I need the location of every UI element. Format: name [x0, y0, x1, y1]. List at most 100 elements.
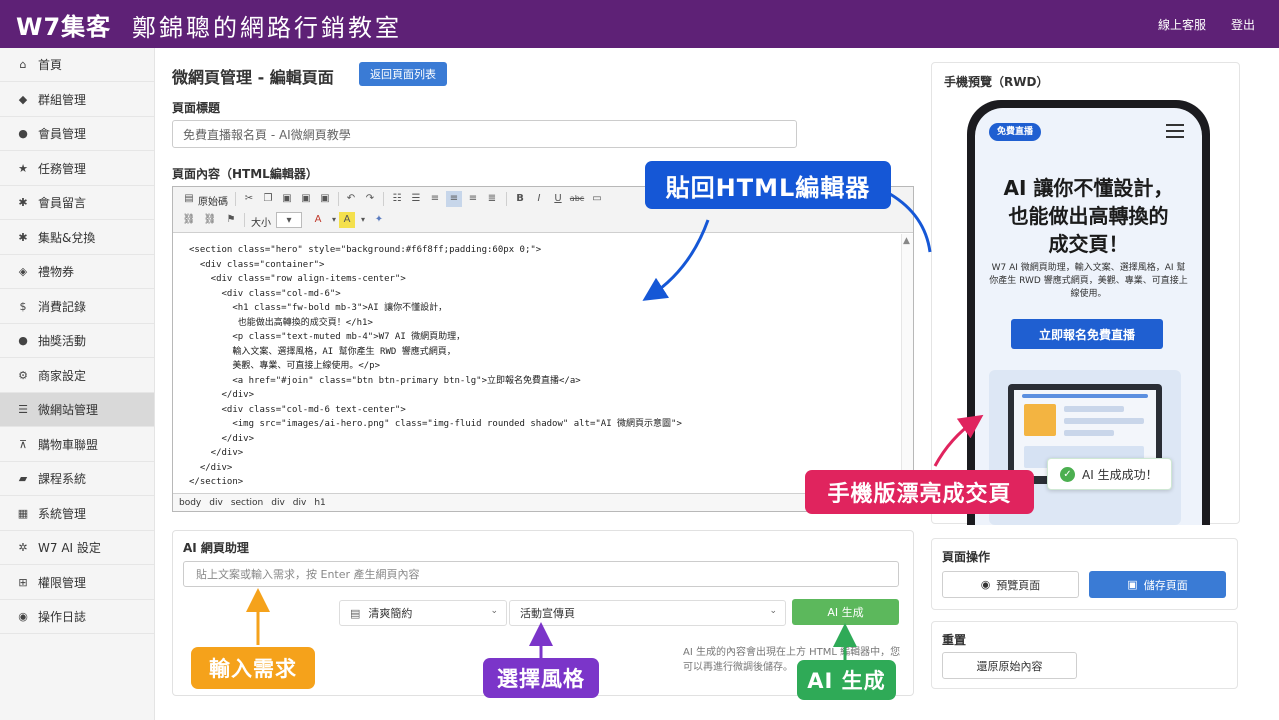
sidebar-item-purchases[interactable]: $ 消費記錄 [0, 290, 154, 324]
hero-headline-line: 也能做出高轉換的 [1008, 204, 1169, 228]
callout-paste-html: 貼回HTML編輯器 [645, 161, 891, 209]
brand-logo[interactable]: W7集客 [16, 7, 111, 42]
sidebar-item-gift-vouchers[interactable]: ◈ 禮物券 [0, 255, 154, 289]
sidebar-item-label: 首頁 [38, 58, 63, 72]
redo-icon[interactable]: ↷ [362, 191, 378, 207]
html-editor[interactable]: ▤ 原始碼 ✂ ❐ ▣ ▣ ▣ ↶ ↷ ☷ ☰ ≡ ≡ ≡ ≣ B I U ab… [172, 186, 914, 512]
sidebar-item-cart-alliance[interactable]: ⊼ 購物車聯盟 [0, 428, 154, 462]
book-icon: ▰ [18, 472, 28, 485]
sidebar-item-label: 商家設定 [38, 369, 87, 383]
eye-icon: ◉ [980, 578, 991, 591]
list-icon: ☰ [18, 403, 28, 416]
reset-card: 重置 還原原始內容 [931, 621, 1238, 689]
sidebar-item-messages[interactable]: ✱ 會員留言 [0, 186, 154, 220]
path-segment[interactable]: div [293, 498, 307, 508]
element-path-bar: body div section div div h1 [173, 493, 913, 511]
user-icon: ● [18, 127, 28, 140]
sidebar-item-logs[interactable]: ◉ 操作日誌 [0, 600, 154, 634]
maximize-icon[interactable]: ✦ [371, 212, 387, 228]
copy-icon[interactable]: ❐ [260, 191, 276, 207]
strikethrough-icon[interactable]: abc [569, 191, 585, 207]
paste-icon[interactable]: ▣ [279, 191, 295, 207]
cut-icon[interactable]: ✂ [241, 191, 257, 207]
text-color-icon[interactable]: A [310, 212, 326, 228]
sidebar-item-label: 系統管理 [38, 507, 87, 521]
cart-icon: ⊼ [18, 438, 28, 451]
sidebar-item-home[interactable]: ⌂ 首頁 [0, 48, 154, 82]
anchor-flag-icon[interactable]: ⚑ [223, 212, 239, 228]
reset-title: 重置 [942, 633, 967, 647]
ai-generate-button[interactable]: AI 生成 [792, 599, 899, 625]
sidebar-item-label: 操作日誌 [38, 610, 87, 624]
path-segment[interactable]: div [271, 498, 285, 508]
callout-mobile-page: 手機版漂亮成交頁 [805, 470, 1034, 514]
numbered-list-icon[interactable]: ☷ [389, 191, 405, 207]
align-right-icon[interactable]: ≡ [465, 191, 481, 207]
page-title-input[interactable]: 免費直播報名頁 - AI微網頁教學 [172, 120, 797, 148]
sidebar-item-label: 購物車聯盟 [38, 438, 99, 452]
path-segment[interactable]: div [209, 498, 223, 508]
code-editor-content[interactable]: <section class="hero" style="background:… [173, 234, 901, 492]
source-button[interactable]: 原始碼 [198, 193, 228, 208]
link-icon[interactable]: ⛓ [181, 212, 197, 228]
page-title: 微網頁管理 - 編輯頁面 [172, 68, 334, 87]
sidebar-item-groups[interactable]: ◆ 群組管理 [0, 83, 154, 117]
preview-page-button[interactable]: ◉ 預覽頁面 [942, 571, 1079, 598]
sidebar-item-lottery[interactable]: ● 抽獎活動 [0, 324, 154, 358]
restore-original-button[interactable]: 還原原始內容 [942, 652, 1077, 679]
page-type-select[interactable]: 活動宣傳頁 ⌄ [509, 600, 786, 626]
align-center-icon[interactable]: ≡ [446, 191, 462, 207]
align-left-icon[interactable]: ≡ [427, 191, 443, 207]
sidebar-item-label: 會員管理 [38, 127, 87, 141]
paste-text-icon[interactable]: ▣ [298, 191, 314, 207]
logout-link[interactable]: 登出 [1231, 16, 1255, 33]
ai-assistant-title: AI 網頁助理 [183, 541, 249, 555]
editor-scrollbar[interactable]: ▲ [901, 234, 913, 492]
path-segment[interactable]: section [231, 498, 263, 508]
save-page-button[interactable]: ▣ 儲存頁面 [1089, 571, 1226, 598]
sidebar-item-ai-settings[interactable]: ✲ W7 AI 設定 [0, 531, 154, 565]
page-operations-card: 頁面操作 ◉ 預覽頁面 ▣ 儲存頁面 [931, 538, 1238, 610]
toast-text: AI 生成成功！ [1082, 467, 1158, 482]
hero-headline: AI 讓你不懂設計， 也能做出高轉換的 成交頁！ [975, 174, 1202, 258]
sidebar-item-members[interactable]: ● 會員管理 [0, 117, 154, 151]
chevron-down-icon: ⌄ [490, 606, 498, 616]
font-size-dropdown[interactable]: ▾ [276, 212, 302, 228]
chevron-down-icon: ⌄ [769, 606, 777, 616]
undo-icon[interactable]: ↶ [343, 191, 359, 207]
dollar-icon: $ [19, 300, 27, 313]
sidebar-item-courses[interactable]: ▰ 課程系統 [0, 462, 154, 496]
sidebar-item-label: 抽獎活動 [38, 334, 87, 348]
paste-word-icon[interactable]: ▣ [317, 191, 333, 207]
italic-icon[interactable]: I [531, 191, 547, 207]
save-page-label: 儲存頁面 [1143, 578, 1188, 592]
bullet-list-icon[interactable]: ☰ [408, 191, 424, 207]
chevron-down-icon[interactable]: ▾ [355, 212, 371, 228]
unlink-icon[interactable]: ⛓ [202, 212, 218, 228]
bold-icon[interactable]: B [512, 191, 528, 207]
toolbar-separator [235, 192, 236, 206]
justify-icon[interactable]: ≣ [484, 191, 500, 207]
underline-icon[interactable]: U [550, 191, 566, 207]
sidebar-item-permissions[interactable]: ⊞ 權限管理 [0, 566, 154, 600]
style-select[interactable]: ▤ 清爽簡約 ⌄ [339, 600, 507, 626]
image-icon[interactable]: ▭ [589, 191, 605, 207]
back-to-list-button[interactable]: 返回頁面列表 [359, 62, 447, 86]
hamburger-menu-icon[interactable] [1166, 124, 1184, 142]
tags-icon: ◆ [18, 93, 28, 106]
sidebar-item-merchant-settings[interactable]: ⚙ 商家設定 [0, 359, 154, 393]
sidebar-item-microsite[interactable]: ☰ 微網站管理 [0, 393, 154, 427]
toolbar-separator [383, 192, 384, 206]
path-segment[interactable]: h1 [314, 498, 325, 508]
sidebar-item-label: W7 AI 設定 [38, 541, 101, 555]
sidebar-item-points[interactable]: ✱ 集點&兌換 [0, 221, 154, 255]
bg-color-icon[interactable]: A [339, 212, 355, 228]
hero-cta-button[interactable]: 立即報名免費直播 [1011, 319, 1163, 349]
support-link[interactable]: 線上客服 [1158, 16, 1206, 33]
scroll-up-icon[interactable]: ▲ [903, 236, 910, 246]
callout-input: 輸入需求 [191, 647, 315, 689]
path-segment[interactable]: body [179, 498, 201, 508]
ai-prompt-input[interactable]: 貼上文案或輸入需求，按 Enter 產生網頁內容 [183, 561, 899, 587]
sidebar-item-tasks[interactable]: ★ 任務管理 [0, 152, 154, 186]
sidebar-item-system[interactable]: ▦ 系統管理 [0, 497, 154, 531]
